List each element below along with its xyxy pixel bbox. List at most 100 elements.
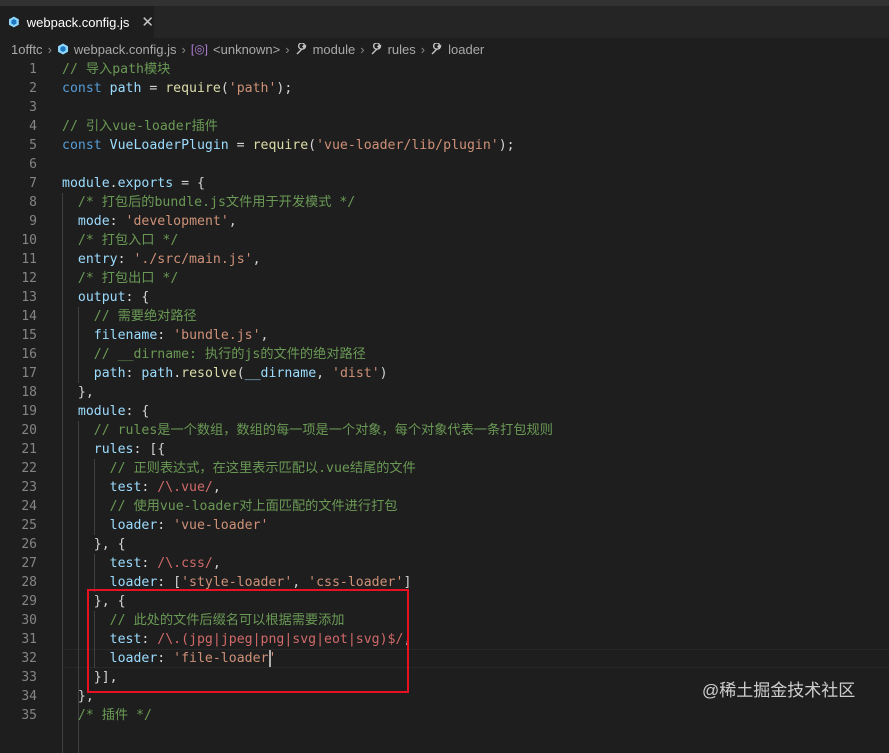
line-code: filename: 'bundle.js',	[62, 326, 269, 345]
code-line[interactable]: 5 const VueLoaderPlugin = require('vue-lo…	[0, 136, 889, 155]
code-line[interactable]: 18 },	[0, 383, 889, 402]
line-number: 17	[21, 366, 37, 381]
breadcrumb-module[interactable]: module	[295, 42, 355, 57]
tab-webpack-config[interactable]: webpack.config.js ✕	[0, 6, 154, 38]
chevron-right-icon: ›	[285, 41, 290, 57]
line-code: output: {	[62, 288, 149, 307]
code-line[interactable]: 16 // __dirname: 执行的js的文件的绝对路径	[0, 345, 889, 364]
line-number: 5	[29, 138, 37, 153]
js-file-icon	[57, 43, 68, 55]
code-token: :	[141, 480, 158, 495]
code-token: :	[117, 252, 134, 267]
code-line[interactable]: 27 test: /\.css/,	[0, 554, 889, 573]
line-code: mode: 'development',	[62, 212, 237, 231]
code-token: // 使用vue-loader对上面匹配的文件进行打包	[109, 499, 398, 514]
code-token: /* 打包后的bundle.js文件用于开发模式 */	[77, 195, 356, 210]
code-line[interactable]: 13 output: {	[0, 288, 889, 307]
code-token: require	[252, 138, 309, 153]
tab-label: webpack.config.js	[26, 14, 130, 30]
code-token: test	[109, 480, 142, 495]
code-token: path	[141, 366, 174, 381]
code-token: 'css-loader'	[308, 575, 404, 590]
line-number: 19	[21, 404, 37, 419]
line-number: 3	[29, 100, 37, 115]
code-line[interactable]: 35 /* 插件 */	[0, 706, 889, 725]
line-number: 9	[29, 214, 37, 229]
code-line[interactable]: 1 // 导入path模块	[0, 60, 889, 79]
code-line[interactable]: 24 // 使用vue-loader对上面匹配的文件进行打包	[0, 497, 889, 516]
code-line[interactable]: 6	[0, 155, 889, 174]
code-line[interactable]: 8 /* 打包后的bundle.js文件用于开发模式 */	[0, 193, 889, 212]
code-token: /* 打包出口 */	[77, 271, 179, 286]
code-line[interactable]: 7 module.exports = {	[0, 174, 889, 193]
breadcrumb-rules[interactable]: rules	[370, 42, 416, 57]
code-line[interactable]: 15 filename: 'bundle.js',	[0, 326, 889, 345]
line-code: // 导入path模块	[62, 60, 170, 79]
code-token: )	[379, 366, 388, 381]
chevron-right-icon: ›	[47, 41, 52, 57]
code-line[interactable]: 14 // 需要绝对路径	[0, 307, 889, 326]
code-line[interactable]: 26 }, {	[0, 535, 889, 554]
code-line[interactable]: 3	[0, 98, 889, 117]
code-token: mode	[77, 214, 110, 229]
code-editor[interactable]: 1 // 导入path模块 2 const path = require('path'…	[0, 60, 889, 753]
line-code: const path = require('path');	[62, 79, 292, 98]
code-line[interactable]: 20 // rules是一个数组，数组的每一项是一个对象，每个对象代表一条打包规…	[0, 421, 889, 440]
code-line[interactable]: 12 /* 打包出口 */	[0, 269, 889, 288]
code-token: // __dirname: 执行的js的文件的绝对路径	[93, 347, 366, 362]
code-token: ,	[212, 556, 221, 571]
line-code: test: /\.css/,	[62, 554, 221, 573]
line-code: /* 打包出口 */	[62, 269, 178, 288]
breadcrumb-file[interactable]: webpack.config.js	[57, 42, 177, 57]
code-line[interactable]: 9 mode: 'development',	[0, 212, 889, 231]
code-token: filename	[93, 328, 158, 343]
line-code: test: /\.vue/,	[62, 478, 221, 497]
close-icon[interactable]: ✕	[141, 13, 154, 31]
line-number: 30	[21, 613, 37, 628]
code-line[interactable]: 22 // 正则表达式，在这里表示匹配以.vue结尾的文件	[0, 459, 889, 478]
code-token: const	[62, 138, 110, 153]
code-token: :	[125, 366, 142, 381]
symbol-namespace-icon: [◎]	[190, 42, 209, 56]
breadcrumb-unknown[interactable]: [◎] <unknown>	[191, 42, 280, 57]
breadcrumb-folder[interactable]: 1offtc	[11, 42, 43, 57]
breadcrumb-loader[interactable]: loader	[430, 42, 484, 57]
code-line[interactable]: 2 const path = require('path');	[0, 79, 889, 98]
code-line[interactable]: 11 entry: './src/main.js',	[0, 250, 889, 269]
code-token: /* 打包入口 */	[77, 233, 179, 248]
annotation-box	[87, 589, 409, 693]
code-token: // 需要绝对路径	[93, 309, 197, 324]
code-token: ,	[260, 328, 269, 343]
code-token: .	[173, 366, 182, 381]
code-line[interactable]: 17 path: path.resolve(__dirname, 'dist')	[0, 364, 889, 383]
code-line[interactable]: 10 /* 打包入口 */	[0, 231, 889, 250]
code-token: /* 插件 */	[77, 708, 152, 723]
code-token: output	[77, 290, 126, 305]
code-token: (	[308, 138, 317, 153]
line-number: 34	[21, 689, 37, 704]
line-number: 15	[21, 328, 37, 343]
code-token: module	[62, 176, 110, 191]
line-code: loader: 'vue-loader'	[62, 516, 269, 535]
code-token: __dirname	[244, 366, 317, 381]
code-token: // 导入path模块	[62, 62, 171, 77]
code-line[interactable]: 25 loader: 'vue-loader'	[0, 516, 889, 535]
code-token: :	[109, 214, 126, 229]
code-token: 'path'	[228, 81, 277, 96]
line-number: 29	[21, 594, 37, 609]
line-number: 1	[29, 62, 37, 77]
code-token: :	[157, 518, 174, 533]
code-line[interactable]: 19 module: {	[0, 402, 889, 421]
line-number: 20	[21, 423, 37, 438]
code-line[interactable]: 23 test: /\.vue/,	[0, 478, 889, 497]
code-line[interactable]: 21 rules: [{	[0, 440, 889, 459]
code-line[interactable]: 4 // 引入vue-loader插件	[0, 117, 889, 136]
